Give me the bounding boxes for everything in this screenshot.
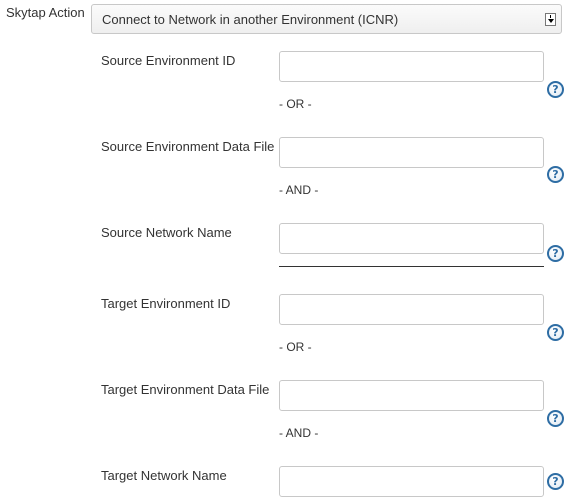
target-environment-id-input[interactable] [279, 294, 544, 325]
help-icon[interactable]: ? [547, 166, 564, 183]
source-network-name-label: Source Network Name [101, 225, 232, 240]
or-separator: - OR - [279, 97, 312, 111]
skytap-action-select[interactable]: Connect to Network in another Environmen… [91, 4, 562, 34]
source-environment-data-file-label: Source Environment Data File [101, 139, 275, 154]
and-separator: - AND - [279, 426, 319, 440]
target-environment-data-file-input[interactable] [279, 380, 544, 411]
dropdown-arrow-icon[interactable] [545, 13, 556, 26]
skytap-action-label: Skytap Action [6, 5, 85, 20]
help-icon[interactable]: ? [547, 324, 564, 341]
help-icon[interactable]: ? [547, 473, 564, 490]
and-separator: - AND - [279, 183, 319, 197]
help-icon[interactable]: ? [547, 245, 564, 262]
target-network-name-label: Target Network Name [101, 468, 227, 483]
source-environment-data-file-input[interactable] [279, 137, 544, 168]
help-icon[interactable]: ? [547, 81, 564, 98]
source-network-name-input[interactable] [279, 223, 544, 254]
section-divider [279, 266, 544, 267]
help-icon[interactable]: ? [547, 410, 564, 427]
or-separator: - OR - [279, 340, 312, 354]
target-environment-id-label: Target Environment ID [101, 296, 231, 311]
source-environment-id-input[interactable] [279, 51, 544, 82]
target-network-name-input[interactable] [279, 466, 544, 497]
skytap-action-selected-value: Connect to Network in another Environmen… [102, 12, 399, 27]
source-environment-id-label: Source Environment ID [101, 53, 236, 68]
target-environment-data-file-label: Target Environment Data File [101, 382, 270, 397]
